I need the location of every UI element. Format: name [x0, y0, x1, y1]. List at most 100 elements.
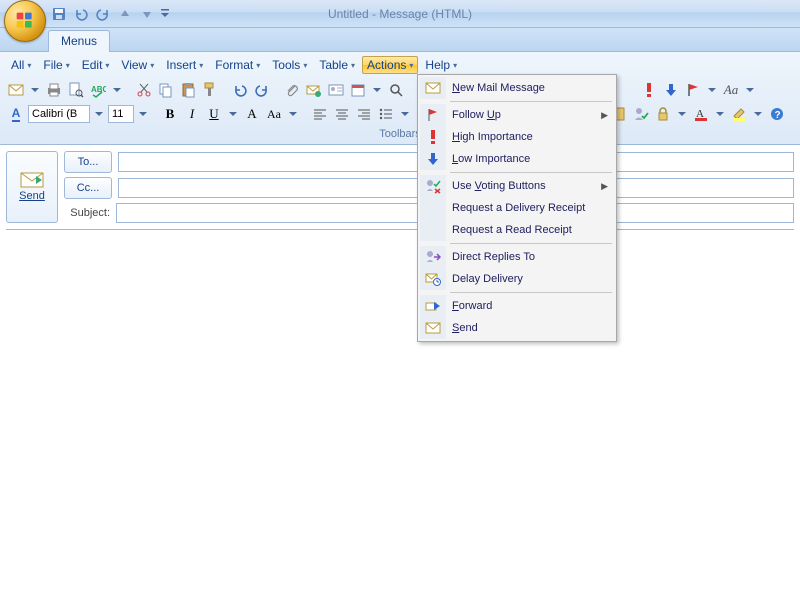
underline-dropdown[interactable] [226, 104, 240, 124]
chevron-down-icon [746, 86, 754, 94]
low-importance-button[interactable] [661, 80, 681, 100]
italic-button[interactable]: I [182, 104, 202, 124]
paste-button[interactable] [178, 80, 198, 100]
qat-customize-button[interactable] [160, 5, 170, 23]
send-button[interactable]: Send [6, 151, 58, 223]
menu-format[interactable]: Format▾ [210, 56, 265, 74]
signature-button[interactable] [348, 80, 368, 100]
dropdown-separator [450, 243, 612, 244]
menu-view-label: View [121, 58, 147, 72]
menu-help[interactable]: Help▾ [420, 56, 462, 74]
actions-req-read[interactable]: Request a Read Receipt [420, 219, 614, 241]
actions-delay-delivery[interactable]: Delay Delivery [420, 268, 614, 290]
permission-dropdown[interactable] [675, 104, 689, 124]
help-button[interactable]: ? [767, 104, 787, 124]
menu-tools[interactable]: Tools▾ [267, 56, 312, 74]
paintbrush-icon [202, 82, 218, 98]
high-importance-button[interactable] [639, 80, 659, 100]
bullets-dropdown[interactable] [398, 104, 412, 124]
font-name-input[interactable] [28, 105, 90, 123]
chevron-down-icon [95, 110, 103, 118]
align-center-button[interactable] [332, 104, 352, 124]
font-size-dropdown[interactable] [136, 104, 150, 124]
cut-button[interactable] [134, 80, 154, 100]
align-right-button[interactable] [354, 104, 374, 124]
qat-redo-button[interactable] [94, 5, 112, 23]
zoom-button[interactable] [386, 80, 406, 100]
menu-edit[interactable]: Edit▾ [77, 56, 115, 74]
dropdown-separator [450, 101, 612, 102]
font-color-dropdown[interactable] [713, 104, 727, 124]
message-body[interactable] [6, 229, 794, 590]
tab-menus[interactable]: Menus [48, 30, 110, 52]
menu-file[interactable]: File▾ [38, 56, 74, 74]
menu-view[interactable]: View▾ [116, 56, 159, 74]
menu-table[interactable]: Table▾ [314, 56, 360, 74]
save-icon [52, 7, 66, 21]
attach-file-button[interactable] [282, 80, 302, 100]
qat-next-button[interactable] [138, 5, 156, 23]
actions-low-importance[interactable]: Low Importance [420, 148, 614, 170]
grow-font-button[interactable]: A [242, 104, 262, 124]
change-case-button[interactable]: Aa [264, 104, 284, 124]
actions-follow-up[interactable]: Follow Up ▶ [420, 104, 614, 126]
check-names-button[interactable] [631, 104, 651, 124]
to-button[interactable]: To... [64, 151, 112, 173]
office-button[interactable] [4, 0, 46, 42]
qat-save-button[interactable] [50, 5, 68, 23]
svg-text:ABC: ABC [91, 85, 106, 94]
format-painter-button[interactable] [200, 80, 220, 100]
actions-req-delivery[interactable]: Request a Delivery Receipt [420, 197, 614, 219]
spellcheck-dropdown[interactable] [110, 80, 124, 100]
highlight-button[interactable] [729, 104, 749, 124]
underline-button[interactable]: U [204, 104, 224, 124]
undo-button[interactable] [230, 80, 250, 100]
menu-insert[interactable]: Insert▾ [161, 56, 208, 74]
flag-button[interactable] [683, 80, 703, 100]
card-icon [328, 82, 344, 98]
redo-button[interactable] [252, 80, 272, 100]
font-dialog-button[interactable]: A [6, 104, 26, 124]
envelope-icon [425, 80, 441, 96]
actions-new-mail[interactable]: NNew Mail Messageew Mail Message [420, 77, 614, 99]
undo-icon [233, 83, 247, 97]
menu-all-label: All [11, 58, 24, 72]
align-right-icon [357, 107, 371, 121]
menu-all[interactable]: All▾ [6, 56, 36, 74]
highlight-dropdown[interactable] [751, 104, 765, 124]
office-logo-icon [15, 11, 35, 31]
actions-high-importance[interactable]: High Importance [420, 126, 614, 148]
actions-req-delivery-label: Request a Delivery Receipt [452, 202, 614, 214]
print-button[interactable] [44, 80, 64, 100]
text-style-button[interactable]: Aa [721, 80, 741, 100]
bullets-button[interactable] [376, 104, 396, 124]
font-color-button[interactable]: A [691, 104, 711, 124]
cc-button[interactable]: Cc... [64, 177, 112, 199]
business-card-button[interactable] [326, 80, 346, 100]
qat-prev-button[interactable] [116, 5, 134, 23]
new-mail-dropdown[interactable] [28, 80, 42, 100]
menu-actions[interactable]: Actions▾ [362, 56, 418, 74]
font-size-input[interactable] [108, 105, 134, 123]
flag-dropdown[interactable] [705, 80, 719, 100]
align-left-button[interactable] [310, 104, 330, 124]
spellcheck-button[interactable]: ABC [88, 80, 108, 100]
permission-button[interactable] [653, 104, 673, 124]
font-name-dropdown[interactable] [92, 104, 106, 124]
change-case-dropdown[interactable] [286, 104, 300, 124]
actions-use-voting[interactable]: Use Voting Buttons ▶ [420, 175, 614, 197]
text-style-dropdown[interactable] [743, 80, 757, 100]
font-color-icon: A [693, 106, 709, 122]
print-preview-button[interactable] [66, 80, 86, 100]
menu-help-label: Help [425, 58, 450, 72]
actions-send[interactable]: Send [420, 317, 614, 339]
actions-forward[interactable]: Forward [420, 295, 614, 317]
new-mail-button[interactable] [6, 80, 26, 100]
signature-dropdown[interactable] [370, 80, 384, 100]
copy-button[interactable] [156, 80, 176, 100]
actions-direct-replies[interactable]: Direct Replies To [420, 246, 614, 268]
qat-undo-button[interactable] [72, 5, 90, 23]
attach-item-button[interactable] [304, 80, 324, 100]
menu-edit-label: Edit [82, 58, 103, 72]
bold-button[interactable]: B [160, 104, 180, 124]
